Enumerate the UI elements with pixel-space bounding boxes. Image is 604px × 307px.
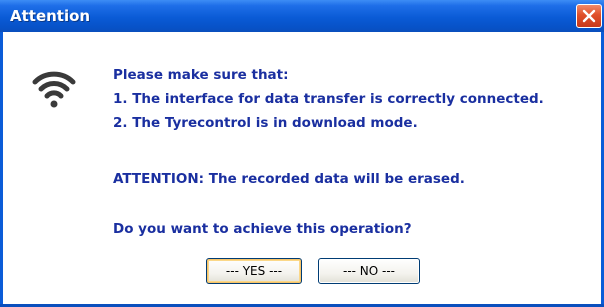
- close-button[interactable]: [576, 4, 602, 28]
- dialog-window: Attention Please make sure that: 1. The …: [0, 0, 604, 307]
- yes-button[interactable]: --- YES ---: [206, 258, 302, 284]
- no-button[interactable]: --- NO ---: [318, 258, 420, 284]
- message-line-1: 1. The interface for data transfer is co…: [113, 91, 544, 107]
- title-bar[interactable]: Attention: [0, 0, 604, 32]
- dialog-title: Attention: [10, 7, 91, 25]
- message-warning: ATTENTION: The recorded data will be era…: [113, 171, 465, 187]
- message-question: Do you want to achieve this operation?: [113, 221, 412, 237]
- close-x-icon: [582, 9, 596, 23]
- message-line-intro: Please make sure that:: [113, 67, 289, 83]
- wifi-signal-icon: [32, 71, 76, 108]
- dialog-body: Please make sure that: 1. The interface …: [3, 32, 601, 304]
- message-line-2: 2. The Tyrecontrol is in download mode.: [113, 115, 418, 131]
